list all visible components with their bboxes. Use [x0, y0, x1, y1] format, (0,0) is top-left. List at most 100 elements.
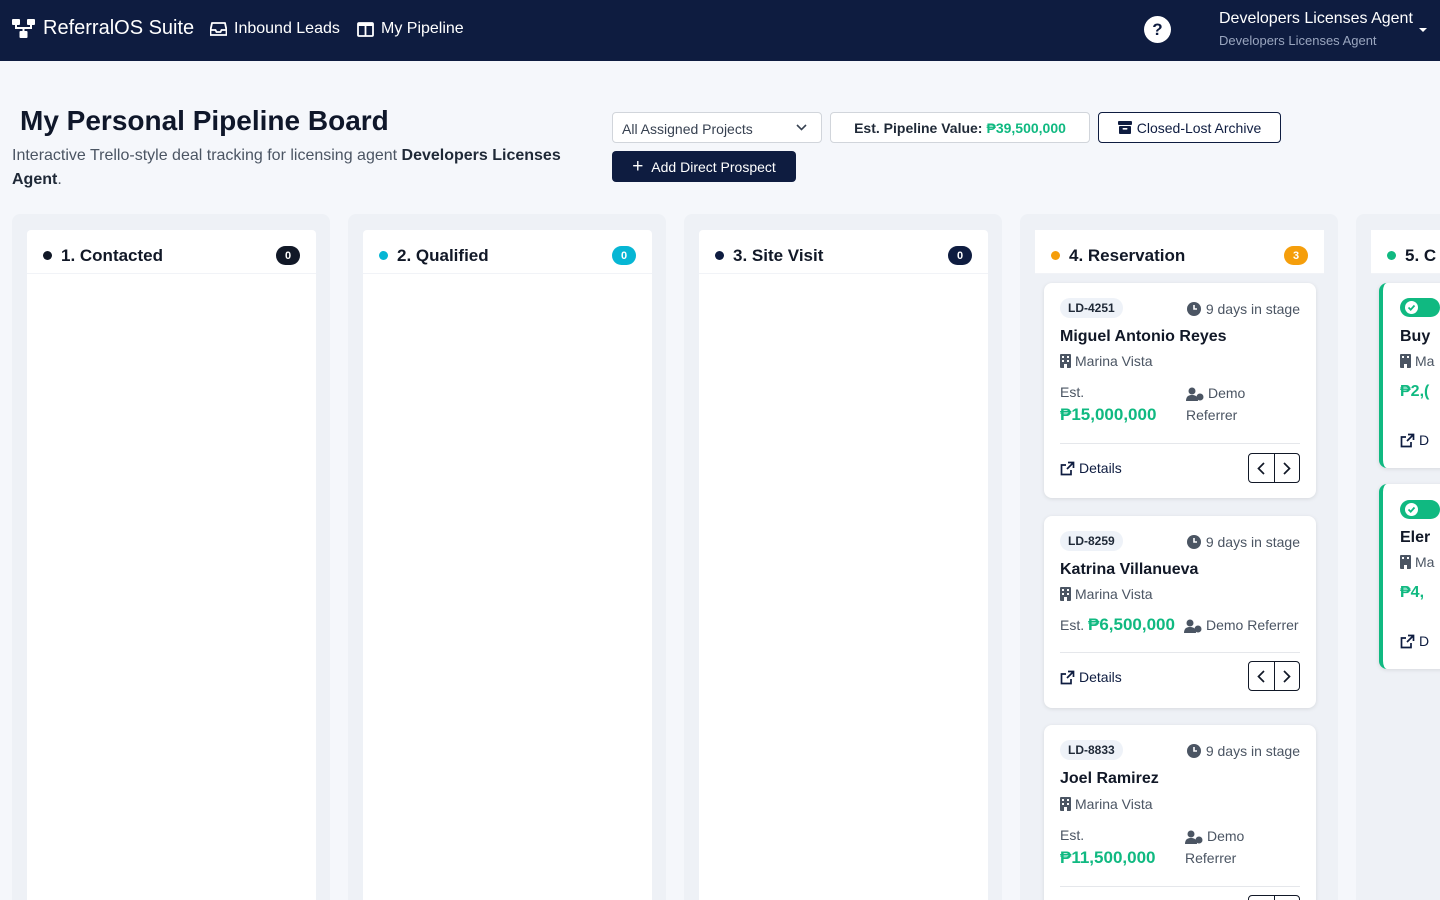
- details-label: Details: [1079, 669, 1122, 685]
- won-badge: [1400, 500, 1440, 519]
- lead-id-badge: LD-8833: [1060, 740, 1123, 760]
- project-label: Ma: [1415, 554, 1435, 570]
- pipeline-value-amount: ₱39,500,000: [986, 119, 1066, 136]
- project-label: Marina Vista: [1075, 586, 1153, 602]
- plus-icon: +: [632, 156, 644, 177]
- deal-card[interactable]: LD-4251 9 days in stage Miguel Antonio R…: [1044, 283, 1316, 498]
- days-label: 9 days in stage: [1205, 743, 1300, 759]
- user-handshake-icon: [1186, 387, 1204, 401]
- external-link-icon: [1060, 670, 1075, 684]
- details-label: D: [1419, 432, 1430, 448]
- details-link[interactable]: D: [1400, 432, 1429, 448]
- pipeline-value-badge: Est. Pipeline Value: ₱39,500,000: [830, 112, 1090, 143]
- move-next-button[interactable]: [1273, 454, 1299, 482]
- column-header: 1. Contacted 0: [27, 230, 316, 274]
- caret-down-icon[interactable]: [1419, 28, 1427, 32]
- column-contacted: 1. Contacted 0: [12, 214, 330, 900]
- inbox-icon: [210, 22, 227, 36]
- column-title: 1. Contacted: [61, 246, 164, 265]
- help-button[interactable]: ?: [1144, 16, 1171, 43]
- nav-my-pipeline[interactable]: My Pipeline: [357, 20, 464, 38]
- check-circle-icon: [1405, 301, 1418, 314]
- referrer: Demo Referrer: [1185, 825, 1244, 869]
- building-icon: [1060, 797, 1071, 811]
- move-next-button[interactable]: [1273, 662, 1299, 690]
- lead-name: Eler: [1400, 529, 1431, 546]
- external-link-icon: [1400, 433, 1415, 447]
- chevron-left-icon: [1257, 669, 1266, 683]
- subtitle-suffix: .: [57, 171, 62, 188]
- est-value: ₱2,(: [1400, 383, 1430, 400]
- columns-icon: [357, 21, 374, 37]
- project-name: Marina Vista: [1060, 353, 1153, 369]
- lead-name: Joel Ramirez: [1060, 770, 1159, 787]
- column-count-badge: 0: [276, 246, 300, 265]
- move-previous-button[interactable]: [1249, 662, 1274, 690]
- days-label: 9 days in stage: [1205, 301, 1300, 317]
- referrer-name: Demo Referrer: [1206, 617, 1299, 633]
- details-link[interactable]: Details: [1060, 669, 1122, 685]
- won-badge: [1400, 298, 1440, 317]
- brand-logo[interactable]: ReferralOS Suite: [12, 17, 194, 40]
- add-label: Add Direct Prospect: [651, 158, 776, 175]
- project-name: Ma: [1400, 554, 1434, 570]
- move-previous-button[interactable]: [1249, 896, 1274, 900]
- column-body: 1. Contacted 0: [27, 230, 316, 900]
- deal-card[interactable]: Buy Ma ₱2,( D: [1379, 283, 1440, 468]
- move-next-button[interactable]: [1273, 896, 1299, 900]
- lead-name: Katrina Villanueva: [1060, 561, 1199, 578]
- add-direct-prospect-button[interactable]: + Add Direct Prospect: [612, 151, 796, 182]
- page-subtitle: Interactive Trello-style deal tracking f…: [12, 144, 592, 192]
- user-menu[interactable]: Developers Licenses Agent Developers Lic…: [1219, 10, 1440, 48]
- card-divider: [1060, 443, 1300, 444]
- details-label: Details: [1079, 460, 1122, 476]
- column-count-badge: 0: [612, 246, 636, 265]
- column-qualified: 2. Qualified 0: [348, 214, 666, 900]
- column-title: 4. Reservation: [1069, 246, 1186, 265]
- move-previous-button[interactable]: [1249, 454, 1274, 482]
- project-name: Marina Vista: [1060, 796, 1153, 812]
- chevron-left-icon: [1257, 461, 1266, 475]
- details-link[interactable]: Details: [1060, 460, 1122, 476]
- days-label: 9 days in stage: [1205, 534, 1300, 550]
- status-dot-icon: [43, 251, 52, 260]
- clock-icon: [1186, 302, 1201, 316]
- external-link-icon: [1400, 634, 1415, 648]
- card-divider: [1060, 652, 1300, 653]
- est-value: ₱11,500,000: [1060, 848, 1156, 867]
- chevron-right-icon: [1283, 669, 1291, 683]
- status-dot-icon: [1051, 251, 1060, 260]
- sitemap-icon: [12, 19, 35, 38]
- archive-icon: [1117, 121, 1132, 134]
- deal-card[interactable]: LD-8833 9 days in stage Joel Ramirez Mar…: [1044, 725, 1316, 900]
- project-label: Ma: [1415, 353, 1435, 369]
- stage-move-controls: [1248, 661, 1300, 691]
- closed-lost-archive-button[interactable]: Closed-Lost Archive: [1098, 112, 1281, 143]
- nav-inbound-leads-label: Inbound Leads: [234, 20, 340, 37]
- status-dot-icon: [1387, 251, 1396, 260]
- brand-name: ReferralOS Suite: [43, 17, 195, 39]
- page-title: My Personal Pipeline Board: [20, 105, 389, 136]
- details-link[interactable]: D: [1400, 633, 1429, 649]
- stage-move-controls: [1248, 453, 1300, 483]
- lead-name: Buy: [1400, 328, 1431, 345]
- project-select[interactable]: All Assigned Projects: [612, 112, 822, 143]
- days-in-stage: 9 days in stage: [1186, 743, 1300, 759]
- column-header: 4. Reservation 3: [1035, 230, 1324, 274]
- column-header: 5. C: [1371, 230, 1440, 274]
- referrer: Demo Referrer: [1184, 614, 1299, 636]
- column-title: 2. Qualified: [397, 246, 489, 265]
- building-icon: [1400, 354, 1411, 368]
- column-count-badge: 0: [948, 246, 972, 265]
- column-count-badge: 3: [1284, 246, 1308, 265]
- details-label: D: [1419, 633, 1430, 649]
- deal-card[interactable]: LD-8259 9 days in stage Katrina Villanue…: [1044, 516, 1316, 708]
- card-divider: [1060, 886, 1300, 887]
- stage-move-controls: [1248, 895, 1300, 900]
- days-in-stage: 9 days in stage: [1186, 534, 1300, 550]
- nav-inbound-leads[interactable]: Inbound Leads: [210, 20, 340, 38]
- est-value: ₱4,: [1400, 584, 1425, 601]
- deal-card[interactable]: Eler Ma ₱4, D: [1379, 484, 1440, 669]
- column-title: 3. Site Visit: [733, 246, 824, 265]
- days-in-stage: 9 days in stage: [1186, 301, 1300, 317]
